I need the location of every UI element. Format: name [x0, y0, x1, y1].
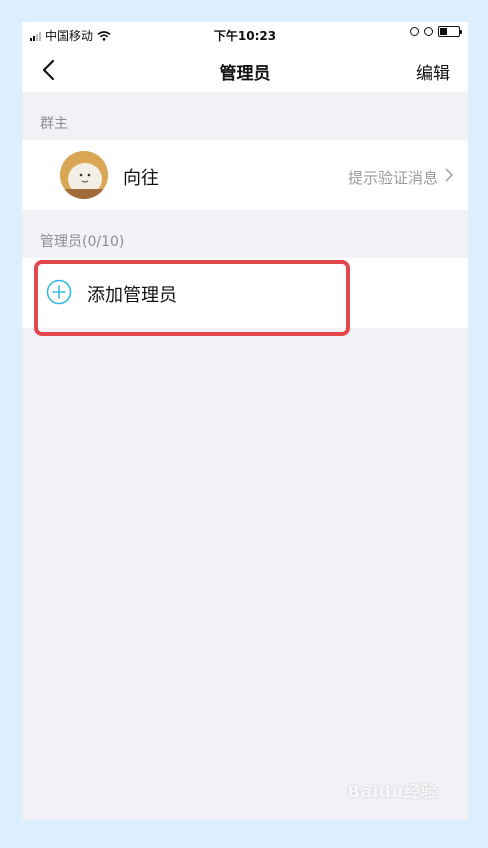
chevron-right-icon [445, 168, 454, 182]
add-admin-label: 添加管理员 [87, 285, 177, 306]
status-right [410, 26, 462, 37]
owner-name: 向往 [123, 168, 159, 189]
status-bar: 中国移动 下午10:23 [22, 22, 468, 48]
owner-hint: 提示验证消息 [347, 169, 438, 187]
admins-section-label: 管理员(0/10) [40, 234, 125, 250]
avatar [60, 151, 108, 199]
page-title: 管理员 [219, 64, 271, 84]
add-admin-row[interactable]: 添加管理员 [22, 258, 468, 328]
orientation-lock-icon [410, 27, 419, 36]
plus-circle-icon [46, 279, 72, 305]
watermark: Baidu经验 [347, 782, 438, 801]
status-time: 下午10:23 [213, 29, 277, 43]
phone-screen: 中国移动 下午10:23 管理员 编辑 群主 向往 提示验证消息 管理员(0/1… [22, 22, 468, 820]
navigation-bar: 管理员 编辑 [22, 48, 468, 92]
owner-section-label: 群主 [40, 116, 68, 132]
edit-button[interactable]: 编辑 [416, 59, 450, 84]
battery-icon [438, 26, 462, 37]
owner-row[interactable]: 向往 提示验证消息 [22, 140, 468, 210]
alarm-icon [424, 27, 433, 36]
